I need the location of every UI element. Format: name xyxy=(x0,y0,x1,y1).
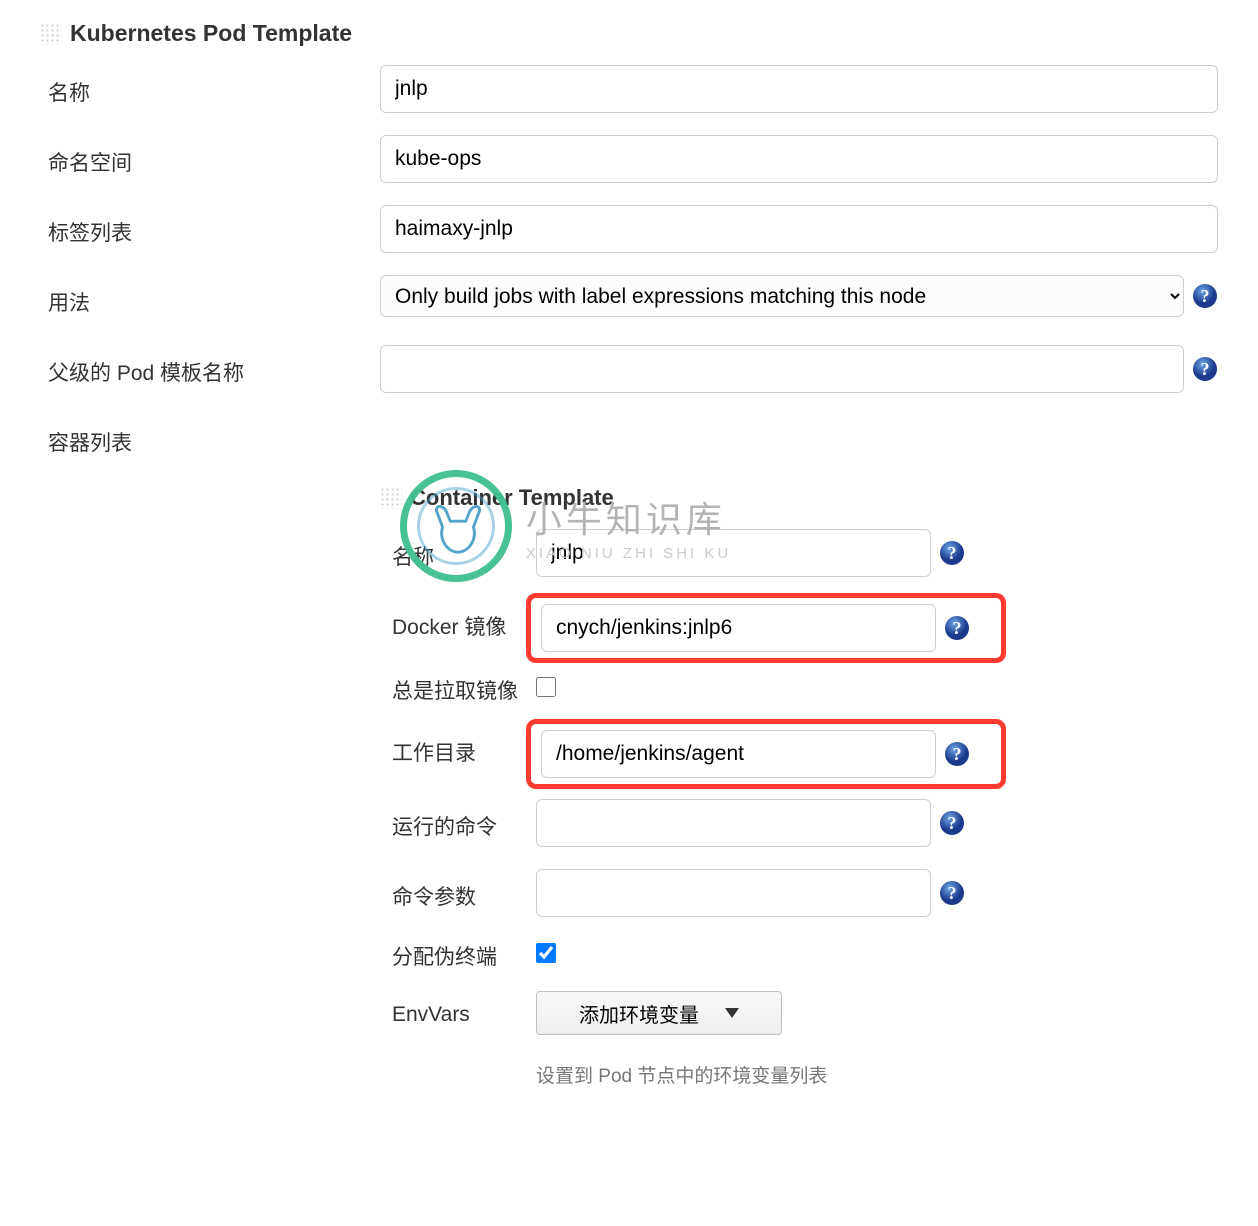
pod-template-title: Kubernetes Pod Template xyxy=(70,20,352,47)
label-parent: 父级的 Pod 模板名称 xyxy=(40,345,380,387)
input-ct-args[interactable] xyxy=(536,869,931,917)
input-name[interactable] xyxy=(380,65,1218,113)
svg-text:?: ? xyxy=(1201,286,1210,306)
help-icon[interactable]: ? xyxy=(939,880,965,906)
add-envvar-button[interactable]: 添加环境变量 xyxy=(536,991,782,1035)
label-ct-command: 运行的命令 xyxy=(380,799,536,841)
row-ct-tty: 分配伪终端 xyxy=(380,939,1218,975)
svg-text:?: ? xyxy=(948,813,957,833)
help-icon[interactable]: ? xyxy=(944,615,970,641)
row-labels: 标签列表 xyxy=(40,205,1218,259)
label-usage: 用法 xyxy=(40,275,380,317)
row-ct-name: 名称 ? xyxy=(380,529,1218,583)
label-namespace: 命名空间 xyxy=(40,135,380,177)
row-ct-workdir: 工作目录 ? xyxy=(380,725,1218,783)
svg-text:?: ? xyxy=(948,883,957,903)
help-icon[interactable]: ? xyxy=(944,741,970,767)
highlight-workdir: ? xyxy=(526,719,1006,789)
label-ct-args: 命令参数 xyxy=(380,869,536,911)
row-ct-args: 命令参数 ? xyxy=(380,869,1218,923)
label-ct-alwayspull: 总是拉取镜像 xyxy=(380,673,536,705)
help-icon[interactable]: ? xyxy=(939,810,965,836)
svg-text:?: ? xyxy=(1201,359,1210,379)
label-ct-image: Docker 镜像 xyxy=(380,599,536,641)
row-parent: 父级的 Pod 模板名称 ? xyxy=(40,345,1218,399)
row-ct-alwayspull: 总是拉取镜像 xyxy=(380,673,1218,709)
row-name: 名称 xyxy=(40,65,1218,119)
input-labels[interactable] xyxy=(380,205,1218,253)
input-ct-command[interactable] xyxy=(536,799,931,847)
row-usage: 用法 Only build jobs with label expression… xyxy=(40,275,1218,329)
select-usage[interactable]: Only build jobs with label expressions m… xyxy=(380,275,1184,317)
label-ct-envvars: EnvVars xyxy=(380,991,536,1027)
row-ct-envvars: EnvVars 添加环境变量 设置到 Pod 节点中的环境变量列表 xyxy=(380,991,1218,1088)
container-template-title: Container Template xyxy=(410,485,614,511)
input-ct-name[interactable] xyxy=(536,529,931,577)
svg-text:?: ? xyxy=(953,618,962,638)
label-containers: 容器列表 xyxy=(40,415,380,457)
drag-handle-icon[interactable] xyxy=(380,487,402,509)
row-containers: 容器列表 xyxy=(40,415,1218,469)
checkbox-always-pull[interactable] xyxy=(536,677,556,697)
help-icon[interactable]: ? xyxy=(939,540,965,566)
input-ct-image[interactable] xyxy=(541,604,936,652)
row-namespace: 命名空间 xyxy=(40,135,1218,189)
add-envvar-label: 添加环境变量 xyxy=(579,999,699,1028)
label-ct-workdir: 工作目录 xyxy=(380,725,536,767)
envvars-hint: 设置到 Pod 节点中的环境变量列表 xyxy=(536,1061,827,1088)
container-template-header: Container Template xyxy=(380,485,1218,511)
highlight-docker-image: ? xyxy=(526,593,1006,663)
label-ct-tty: 分配伪终端 xyxy=(380,939,536,971)
caret-down-icon xyxy=(725,1008,739,1018)
pod-template-header: Kubernetes Pod Template xyxy=(40,20,1218,47)
label-name: 名称 xyxy=(40,65,380,107)
help-icon[interactable]: ? xyxy=(1192,283,1218,309)
label-ct-name: 名称 xyxy=(380,529,536,571)
row-ct-command: 运行的命令 ? xyxy=(380,799,1218,853)
drag-handle-icon[interactable] xyxy=(40,23,62,45)
help-icon[interactable]: ? xyxy=(1192,356,1218,382)
input-ct-workdir[interactable] xyxy=(541,730,936,778)
checkbox-tty[interactable] xyxy=(536,943,556,963)
input-namespace[interactable] xyxy=(380,135,1218,183)
label-labels: 标签列表 xyxy=(40,205,380,247)
row-ct-image: Docker 镜像 ? xyxy=(380,599,1218,657)
svg-text:?: ? xyxy=(948,543,957,563)
input-parent[interactable] xyxy=(380,345,1184,393)
svg-text:?: ? xyxy=(953,744,962,764)
